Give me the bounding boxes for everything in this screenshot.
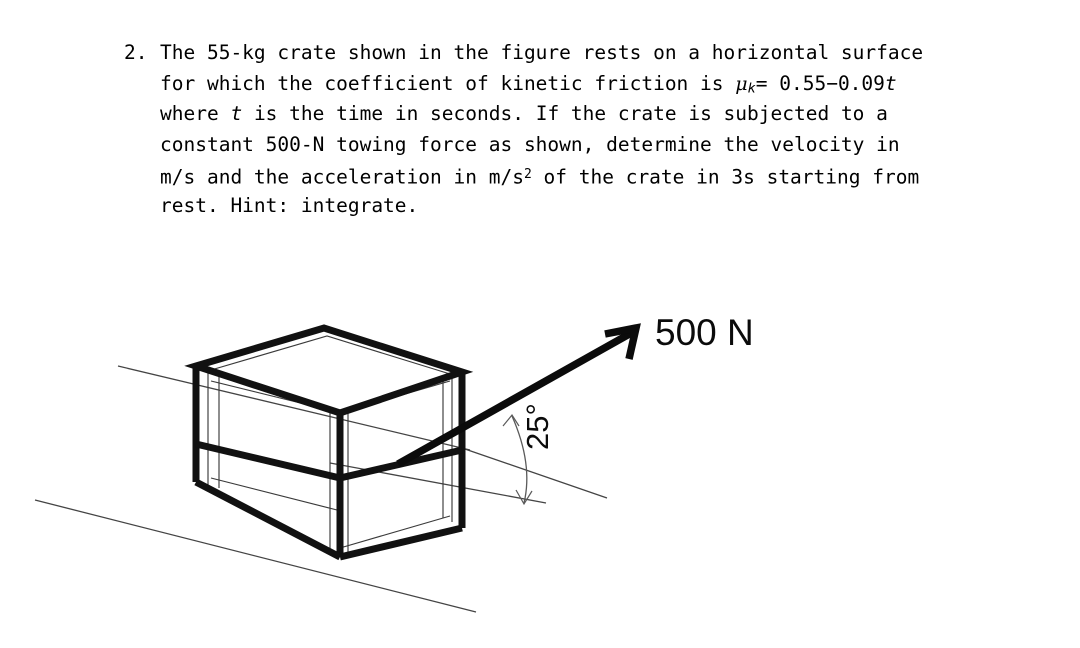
crate-top-face — [184, 324, 474, 417]
ground-line-upper-left — [117, 365, 471, 451]
force-vector-shaft — [396, 328, 635, 468]
crate-figure: 500 N 25° — [0, 250, 1080, 648]
force-magnitude-label: 500 N — [655, 312, 754, 353]
angle-annotation: 25° — [502, 403, 555, 506]
line5-rest: of the crate in 3s starting from — [531, 165, 920, 189]
problem-row: 2. The 55-kg crate shown in the figure r… — [124, 38, 1054, 221]
angle-arc-tip-upper — [502, 413, 520, 427]
line3-prefix: where — [160, 102, 231, 125]
line5-prefix: m/s and the acceleration in m/s — [160, 165, 524, 189]
ground-line-upper-right — [461, 447, 608, 499]
problem-line-3: where t is the time in seconds. If the c… — [160, 99, 1054, 130]
problem-body: The 55-kg crate shown in the figure rest… — [160, 38, 1054, 221]
line3-rest: is the time in seconds. If the crate is … — [242, 102, 888, 125]
problem-statement: 2. The 55-kg crate shown in the figure r… — [124, 38, 1054, 221]
problem-line-2: for which the coefficient of kinetic fri… — [160, 69, 1054, 100]
mu-time-variable: t — [884, 71, 897, 95]
mu-subscript: k — [747, 79, 756, 96]
problem-number: 2. — [124, 41, 148, 64]
force-vector-group: 500 N — [396, 312, 754, 468]
figure-svg: 500 N 25° — [34, 312, 754, 613]
ground-line-mid-right — [329, 462, 547, 504]
problem-line-1: The 55-kg crate shown in the figure rest… — [160, 41, 924, 64]
line2-prefix: for which the coefficient of kinetic fri… — [160, 71, 736, 95]
time-variable: t — [230, 102, 243, 125]
crate-strap-left — [195, 440, 341, 482]
ground-surface-lines — [34, 365, 608, 613]
mu-equals-expression: = 0.55−0.09 — [755, 71, 885, 95]
angle-value-label: 25° — [520, 403, 555, 450]
problem-line-4: constant 500-N towing force as shown, de… — [160, 132, 900, 156]
crate-left-panel-bottom — [210, 477, 338, 511]
problem-line-6: rest. Hint: integrate. — [160, 193, 419, 217]
problem-line-5: m/s and the acceleration in m/s2 of the … — [160, 160, 1054, 191]
mu-symbol: μ — [735, 72, 748, 95]
crate-inner-panel-lines — [207, 335, 453, 553]
units-exponent: 2 — [523, 167, 532, 182]
